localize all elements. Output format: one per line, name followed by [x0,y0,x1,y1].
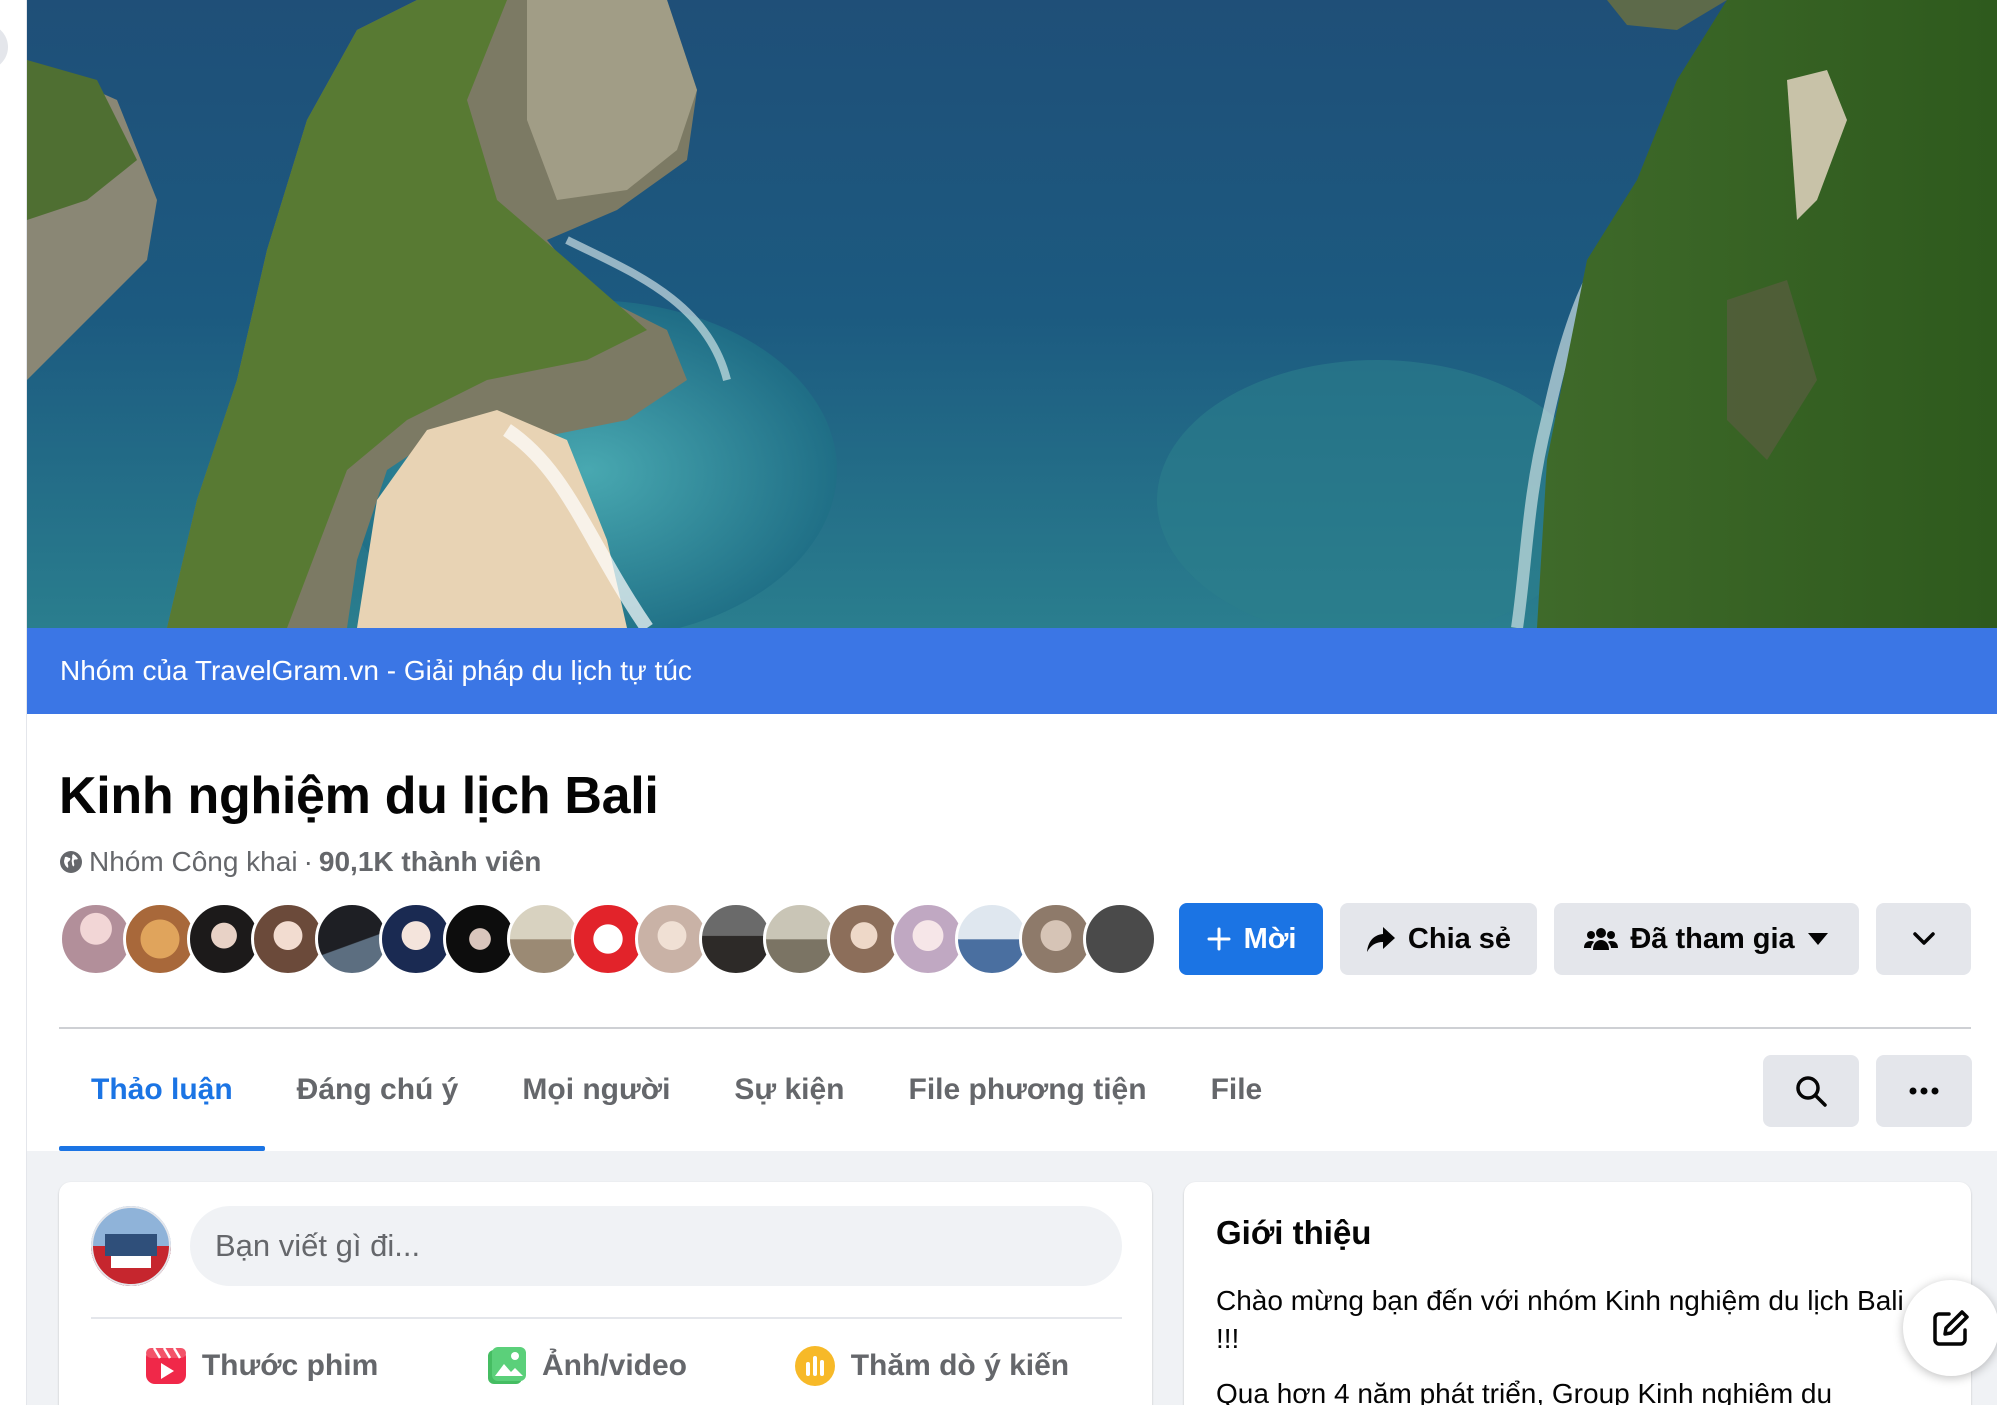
group-page: Nhóm của TravelGram.vn - Giải pháp du lị… [27,0,1997,1405]
tab-files[interactable]: File [1179,1029,1295,1151]
member-avatar[interactable] [59,902,133,976]
member-avatar[interactable] [763,902,837,976]
photo-icon [487,1347,526,1384]
member-avatar[interactable] [1019,902,1093,976]
poll-icon [794,1346,835,1386]
tab-events[interactable]: Sự kiện [702,1029,876,1151]
tab-featured[interactable]: Đáng chú ý [265,1029,491,1151]
about-history-text: Qua hơn 4 năm phát triển, Group Kinh ngh… [1216,1378,1833,1405]
left-sidebar-edge [0,0,27,1405]
share-button[interactable]: Chia sẻ [1340,903,1537,975]
member-avatar[interactable] [891,902,965,976]
member-avatar[interactable] [443,902,517,976]
tab-people[interactable]: Mọi người [490,1029,702,1151]
more-dots-icon [1909,1087,1939,1095]
reel-button-label: Thước phim [201,1349,379,1382]
tab-discussion[interactable]: Thảo luận [59,1029,265,1151]
globe-icon [60,851,82,873]
user-avatar-image [91,1206,171,1286]
chevron-down-icon [1912,932,1935,945]
member-avatar[interactable] [635,902,709,976]
member-avatar[interactable] [315,902,389,976]
group-search-button[interactable] [1763,1055,1859,1127]
group-meta: Nhóm Công khai · 90,1K thành viên [59,846,541,878]
group-people-icon [1584,928,1619,950]
compose-icon [1933,1310,1969,1346]
member-avatar[interactable] [187,902,261,976]
tab-media[interactable]: File phương tiện [877,1029,1179,1151]
plus-icon [1207,927,1231,951]
member-avatar-more[interactable] [1083,902,1157,976]
poll-button-label: Thăm dò ý kiến [850,1349,1070,1382]
group-header: Kinh nghiệm du lịch Bali Nhóm Công khai … [27,714,1997,1151]
group-title[interactable]: Kinh nghiệm du lịch Bali [59,766,659,826]
share-button-label: Chia sẻ [1407,922,1512,955]
member-avatar[interactable] [827,902,901,976]
cover-image [27,0,1997,628]
composer-divider [91,1317,1122,1319]
poll-button[interactable]: Thăm dò ý kiến [793,1332,1069,1400]
reel-icon [145,1347,186,1384]
cover-photo[interactable] [27,0,1997,628]
member-avatar[interactable] [123,902,197,976]
owner-bar-text[interactable]: Nhóm của TravelGram.vn - Giải pháp du lị… [60,655,692,687]
composer-actions: Thước phim Ảnh/video Thăm dò ý kiến [91,1332,1122,1400]
sidebar-collapse-handle[interactable] [0,24,8,70]
photo-video-button[interactable]: Ảnh/video [484,1332,687,1400]
share-arrow-icon [1366,927,1395,952]
invite-button-label: Mời [1243,922,1297,955]
member-avatar[interactable] [507,902,581,976]
group-menu-button[interactable] [1876,1055,1972,1127]
composer-input[interactable]: Bạn viết gì đi... [190,1206,1122,1286]
member-avatar[interactable] [955,902,1029,976]
group-tabs: Thảo luận Đáng chú ý Mọi người Sự kiện F… [59,1029,1294,1151]
member-avatar[interactable] [571,902,645,976]
header-more-button[interactable] [1876,903,1971,975]
photo-video-button-label: Ảnh/video [541,1349,687,1382]
current-user-avatar[interactable] [91,1206,171,1286]
member-avatar[interactable] [699,902,773,976]
caret-down-icon [1807,933,1828,945]
group-member-count[interactable]: 90,1K thành viên [319,846,542,878]
about-card: Giới thiệu Chào mừng bạn đến với nhóm Ki… [1184,1182,1971,1405]
member-avatars[interactable] [59,902,1157,976]
group-privacy[interactable]: Nhóm Công khai [89,846,298,878]
joined-button-label: Đã tham gia [1630,922,1795,955]
search-icon [1796,1076,1827,1107]
invite-button[interactable]: Mời [1179,903,1323,975]
member-avatar[interactable] [251,902,325,976]
new-message-button[interactable] [1903,1280,1997,1376]
member-avatar[interactable] [379,902,453,976]
reel-button[interactable]: Thước phim [144,1332,378,1400]
joined-button[interactable]: Đã tham gia [1554,903,1859,975]
group-owner-bar[interactable]: Nhóm của TravelGram.vn - Giải pháp du lị… [27,628,1997,714]
post-composer: Bạn viết gì đi... Thước phim Ảnh/video T… [59,1182,1152,1405]
about-welcome-text: Chào mừng bạn đến với nhóm Kinh nghiệm d… [1216,1285,1904,1354]
about-heading: Giới thiệu [1216,1214,1372,1251]
meta-separator: · [303,846,313,877]
